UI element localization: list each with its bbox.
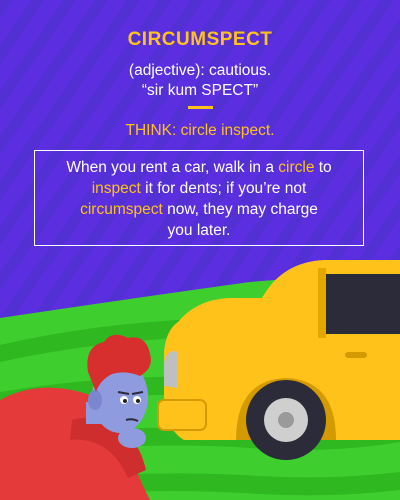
pronunciation-text: “sir kum SPECT” bbox=[141, 82, 259, 99]
example-sentence: When you rent a car, walk in a circle to… bbox=[66, 159, 332, 239]
definition-block: (adjective): cautious. “sir kum SPECT” bbox=[0, 61, 400, 101]
sentence-part: now, they may charge bbox=[162, 201, 318, 218]
example-sentence-box: When you rent a car, walk in a circle to… bbox=[34, 150, 364, 246]
definition-text: (adjective): cautious. bbox=[128, 62, 272, 79]
highlight-inspect: inspect bbox=[91, 180, 141, 197]
highlight-circumspect: circumspect bbox=[80, 201, 163, 218]
mnemonic-line: THINK: circle inspect. bbox=[0, 122, 400, 140]
think-label: THINK: bbox=[125, 122, 177, 139]
divider-line bbox=[188, 106, 213, 109]
highlight-circle: circle bbox=[278, 159, 315, 176]
sentence-part: to bbox=[314, 159, 332, 176]
sentence-part: it for dents; if you’re not bbox=[140, 180, 307, 197]
vocab-card: CIRCUMSPECT (adjective): cautious. “sir … bbox=[0, 0, 400, 500]
sentence-part: When you rent a car, walk in a bbox=[66, 159, 279, 176]
word-title: CIRCUMSPECT bbox=[127, 29, 273, 50]
think-text: circle inspect. bbox=[180, 122, 275, 139]
